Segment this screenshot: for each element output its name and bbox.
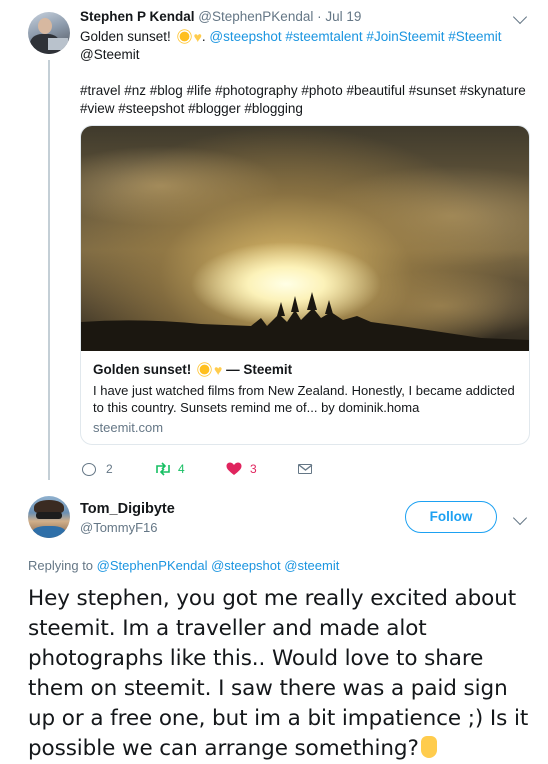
follow-button[interactable]: Follow: [405, 501, 497, 533]
avatar-shirt: [32, 526, 66, 538]
replying-to-line: Replying to @StephenPKendal @steepshot @…: [28, 558, 339, 573]
avatar-laptop: [48, 38, 68, 50]
card-image-sunset[interactable]: [81, 126, 529, 351]
avatar-face: [38, 18, 52, 34]
tweet1-text-start: Golden sunset!: [80, 29, 175, 44]
link-card[interactable]: Golden sunset! ♥ — Steemit I have just w…: [80, 125, 530, 445]
author-name[interactable]: Stephen P Kendal: [80, 9, 195, 24]
separator-dot: ·: [317, 9, 322, 24]
chevron-down-icon-reply[interactable]: [512, 510, 528, 526]
reply-tweet-body: Hey stephen, you got me really excited a…: [28, 586, 529, 761]
card-title[interactable]: Golden sunset! ♥ — Steemit: [93, 362, 292, 378]
replying-to-label: Replying to: [28, 558, 94, 573]
tweet1-hashtags-line1[interactable]: #travel #nz #blog #life #photography #ph…: [80, 82, 526, 100]
card-title-text: Golden sunset!: [93, 362, 192, 377]
card-yellow-heart-emoji-icon: ♥: [214, 362, 223, 378]
like-icon: [226, 462, 242, 475]
thread-line: [48, 60, 50, 480]
reply-icon: [82, 463, 96, 476]
reply-author-name[interactable]: Tom_Digibyte: [80, 501, 175, 517]
author-handle[interactable]: @StephenPKendal: [198, 9, 313, 24]
like-button[interactable]: [226, 462, 242, 476]
avatar-stephen[interactable]: [28, 12, 70, 54]
retweet-icon: [156, 462, 170, 476]
avatar-tom[interactable]: [28, 496, 70, 538]
card-title-suffix: — Steemit: [226, 362, 293, 377]
tweet1-text: Golden sunset! ♥. @steepshot #steemtalen…: [80, 28, 520, 46]
yellow-heart-emoji-icon: ♥: [193, 29, 202, 45]
reply-tweet-text: Hey stephen, you got me really excited a…: [28, 584, 533, 764]
envelope-flap: [298, 464, 313, 471]
tweet1-hashtags-line2[interactable]: #view #steepshot #blogger #blogging: [80, 100, 303, 118]
tweet-date[interactable]: Jul 19: [325, 9, 361, 24]
like-count: 3: [250, 462, 257, 476]
retweet-button[interactable]: [154, 462, 172, 476]
reply-author-handle[interactable]: @TommyF16: [80, 520, 158, 535]
tweet1-mentions[interactable]: @steepshot #steemtalent #JoinSteemit #St…: [209, 29, 501, 44]
avatar-sunglasses: [36, 512, 62, 519]
card-sun-emoji-icon: [199, 364, 210, 375]
card-description: I have just watched films from New Zeala…: [93, 383, 515, 415]
retweet-count: 4: [178, 462, 185, 476]
reply-count: 2: [106, 462, 113, 476]
crossed-fingers-emoji-icon: [420, 736, 437, 758]
reply-button[interactable]: [82, 463, 96, 477]
sun-emoji-icon: [179, 31, 189, 42]
card-domain: steemit.com: [93, 420, 164, 435]
direct-message-button[interactable]: [298, 464, 313, 475]
replying-to-handles[interactable]: @StephenPKendal @steepshot @steemit: [97, 558, 340, 573]
tweet1-header: Stephen P Kendal @StephenPKendal · Jul 1…: [80, 9, 361, 24]
treeline-silhouette: [81, 292, 529, 351]
tweet1-mention-steemit[interactable]: @Steemit: [80, 46, 139, 64]
chevron-down-icon[interactable]: [512, 9, 528, 25]
